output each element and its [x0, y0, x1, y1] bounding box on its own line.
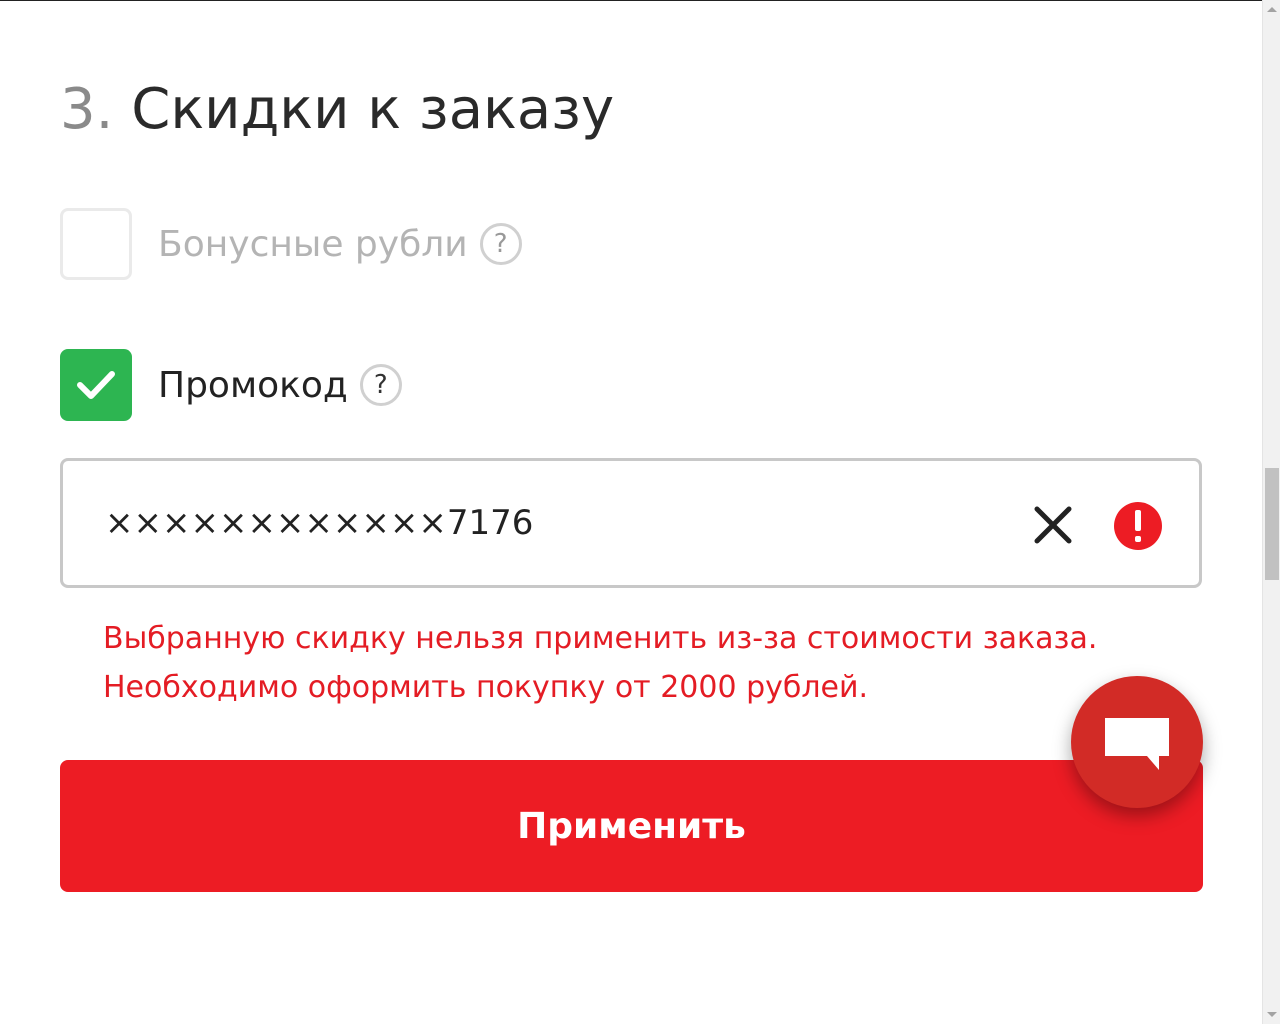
bonus-rubles-label: Бонусные рубли	[158, 223, 468, 265]
error-message-line-2: Необходимо оформить покупку от 2000 рубл…	[103, 670, 869, 705]
chat-bubble-icon	[1105, 718, 1169, 770]
bonus-rubles-option[interactable]: Бонусные рубли ?	[60, 208, 522, 280]
promo-code-checkbox[interactable]	[60, 349, 132, 421]
section-number: 3.	[60, 77, 114, 142]
scroll-thumb[interactable]	[1265, 468, 1279, 580]
bonus-rubles-checkbox[interactable]	[60, 208, 132, 280]
scroll-down-arrow-icon[interactable]	[1267, 1012, 1277, 1017]
error-message-line-1: Выбранную скидку нельзя применить из-за …	[103, 621, 1098, 656]
promo-code-field[interactable]: ××××××××××××7176	[60, 458, 1202, 588]
section-title-text: Скидки к заказу	[131, 77, 615, 142]
bonus-help-icon[interactable]: ?	[479, 223, 522, 265]
scroll-up-arrow-icon[interactable]	[1267, 7, 1277, 12]
close-icon[interactable]	[1031, 503, 1075, 547]
apply-button[interactable]: Применить	[60, 760, 1203, 892]
promo-code-label: Промокод	[158, 364, 348, 406]
chat-button[interactable]	[1071, 676, 1203, 808]
scrollbar[interactable]	[1262, 0, 1280, 1024]
section-title: 3. Скидки к заказу	[60, 68, 614, 152]
promo-code-value[interactable]: ××××××××××××7176	[105, 501, 533, 545]
exclamation-icon	[1114, 502, 1162, 550]
promo-code-option[interactable]: Промокод ?	[60, 349, 402, 421]
promo-help-icon[interactable]: ?	[359, 364, 402, 406]
checkmark-icon	[77, 371, 115, 399]
top-border	[0, 0, 1262, 1]
error-message: Выбранную скидку нельзя применить из-за …	[103, 614, 1163, 712]
